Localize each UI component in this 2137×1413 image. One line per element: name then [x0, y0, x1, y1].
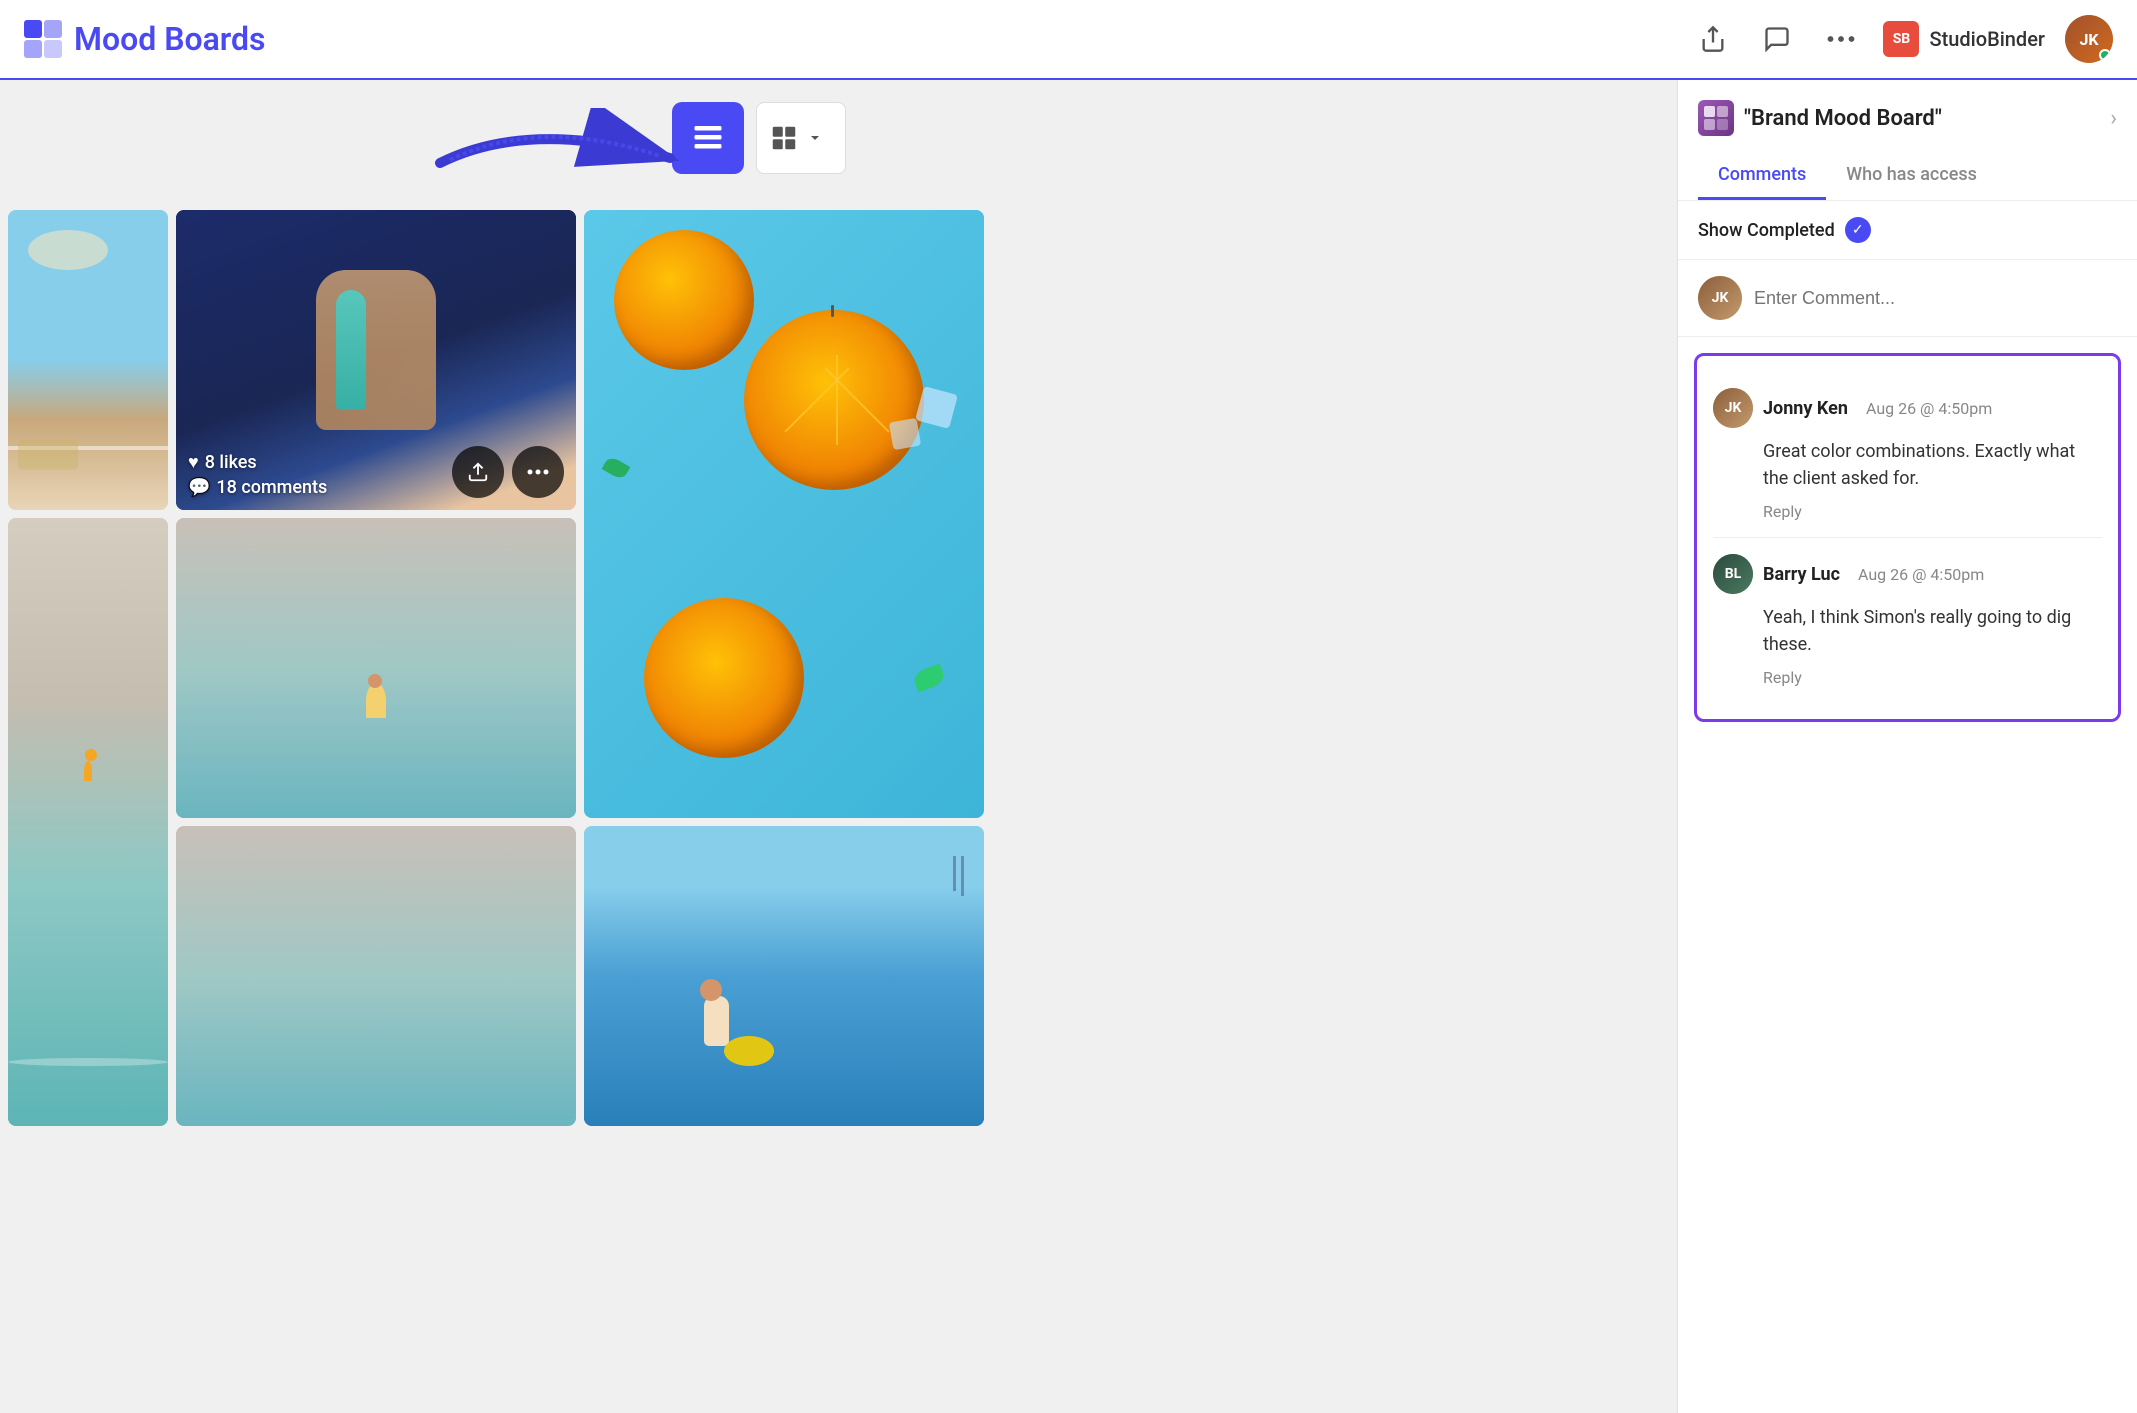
- oranges-image: [584, 210, 984, 818]
- grid-view-dropdown[interactable]: [756, 102, 846, 174]
- app-title: Mood Boards: [74, 20, 265, 58]
- user-avatar[interactable]: JK: [2065, 15, 2113, 63]
- comment-input-row: JK: [1678, 260, 2137, 337]
- beach-child-image: [584, 826, 984, 1126]
- comment-avatar-barry: BL: [1713, 554, 1753, 594]
- comments-stat: 💬 18 comments: [188, 477, 327, 498]
- comment-author-barry: Barry Luc: [1763, 564, 1840, 585]
- comment-text-barry: Yeah, I think Simon's really going to di…: [1713, 604, 2102, 658]
- mood-board-area: ♥ 8 likes 💬 18 comments: [0, 80, 1677, 1413]
- image-action-buttons: [452, 446, 564, 498]
- logo-area: Mood Boards: [24, 20, 265, 58]
- comment-input[interactable]: [1754, 288, 2117, 309]
- app-header: Mood Boards SB StudioBinder JK: [0, 0, 2137, 80]
- header-actions: SB StudioBinder JK: [1691, 15, 2113, 63]
- comments-area: JK Jonny Ken Aug 26 @ 4:50pm Great color…: [1678, 337, 2137, 1413]
- comments-count: 18 comments: [216, 477, 327, 498]
- current-user-avatar: JK: [1698, 276, 1742, 320]
- comment-item-jonny: JK Jonny Ken Aug 26 @ 4:50pm Great color…: [1713, 372, 2102, 537]
- panel-title-icon: [1698, 100, 1734, 136]
- app-logo-icon: [24, 20, 62, 58]
- comment-avatar-jonny: JK: [1713, 388, 1753, 428]
- empty-cell: [176, 826, 576, 1126]
- comment-button[interactable]: [1755, 17, 1799, 61]
- comment-header-barry: BL Barry Luc Aug 26 @ 4:50pm: [1713, 554, 2102, 594]
- panel-expand-button[interactable]: ›: [2110, 106, 2117, 131]
- comment-reply-jonny[interactable]: Reply: [1713, 502, 2102, 521]
- panel-title-row: "Brand Mood Board" ›: [1698, 100, 2117, 136]
- comment-text-jonny: Great color combinations. Exactly what t…: [1713, 438, 2102, 492]
- beach-image: [8, 210, 168, 510]
- swim-person-image: [176, 518, 576, 818]
- likes-stat: ♥ 8 likes: [188, 452, 327, 473]
- more-image-button[interactable]: [512, 446, 564, 498]
- sunscreen-image: ♥ 8 likes 💬 18 comments: [176, 210, 576, 510]
- comments-card-highlighted: JK Jonny Ken Aug 26 @ 4:50pm Great color…: [1694, 353, 2121, 722]
- image-stats-overlay: ♥ 8 likes 💬 18 comments: [188, 452, 327, 498]
- share-button[interactable]: [1691, 17, 1735, 61]
- panel-title: "Brand Mood Board": [1744, 106, 2110, 131]
- comment-time-barry: Aug 26 @ 4:50pm: [1858, 565, 1984, 584]
- panel-header: "Brand Mood Board" › Comments Who has ac…: [1678, 80, 2137, 201]
- brand-area[interactable]: SB StudioBinder: [1883, 21, 2045, 57]
- arrow-decoration: [430, 108, 710, 208]
- main-layout: ♥ 8 likes 💬 18 comments: [0, 80, 2137, 1413]
- comment-reply-barry[interactable]: Reply: [1713, 668, 2102, 687]
- tab-who-has-access[interactable]: Who has access: [1826, 152, 1997, 200]
- brand-icon: SB: [1883, 21, 1919, 57]
- comment-header-jonny: JK Jonny Ken Aug 26 @ 4:50pm: [1713, 388, 2102, 428]
- online-indicator: [2099, 49, 2111, 61]
- more-options-button[interactable]: [1819, 17, 1863, 61]
- upload-button[interactable]: [452, 446, 504, 498]
- likes-count: 8 likes: [205, 452, 257, 473]
- image-grid: ♥ 8 likes 💬 18 comments: [0, 80, 1677, 1413]
- show-completed-check[interactable]: ✓: [1845, 217, 1871, 243]
- brand-name: StudioBinder: [1929, 27, 2045, 51]
- comment-item-barry: BL Barry Luc Aug 26 @ 4:50pm Yeah, I thi…: [1713, 537, 2102, 703]
- right-panel: "Brand Mood Board" › Comments Who has ac…: [1677, 80, 2137, 1413]
- show-completed-row: Show Completed ✓: [1678, 201, 2137, 260]
- comment-time-jonny: Aug 26 @ 4:50pm: [1866, 399, 1992, 418]
- tab-comments[interactable]: Comments: [1698, 152, 1826, 200]
- show-completed-label: Show Completed: [1698, 220, 1835, 241]
- comment-author-jonny: Jonny Ken: [1763, 398, 1848, 419]
- beach-panoramic-image: [8, 518, 168, 1126]
- panel-tabs: Comments Who has access: [1698, 152, 2117, 200]
